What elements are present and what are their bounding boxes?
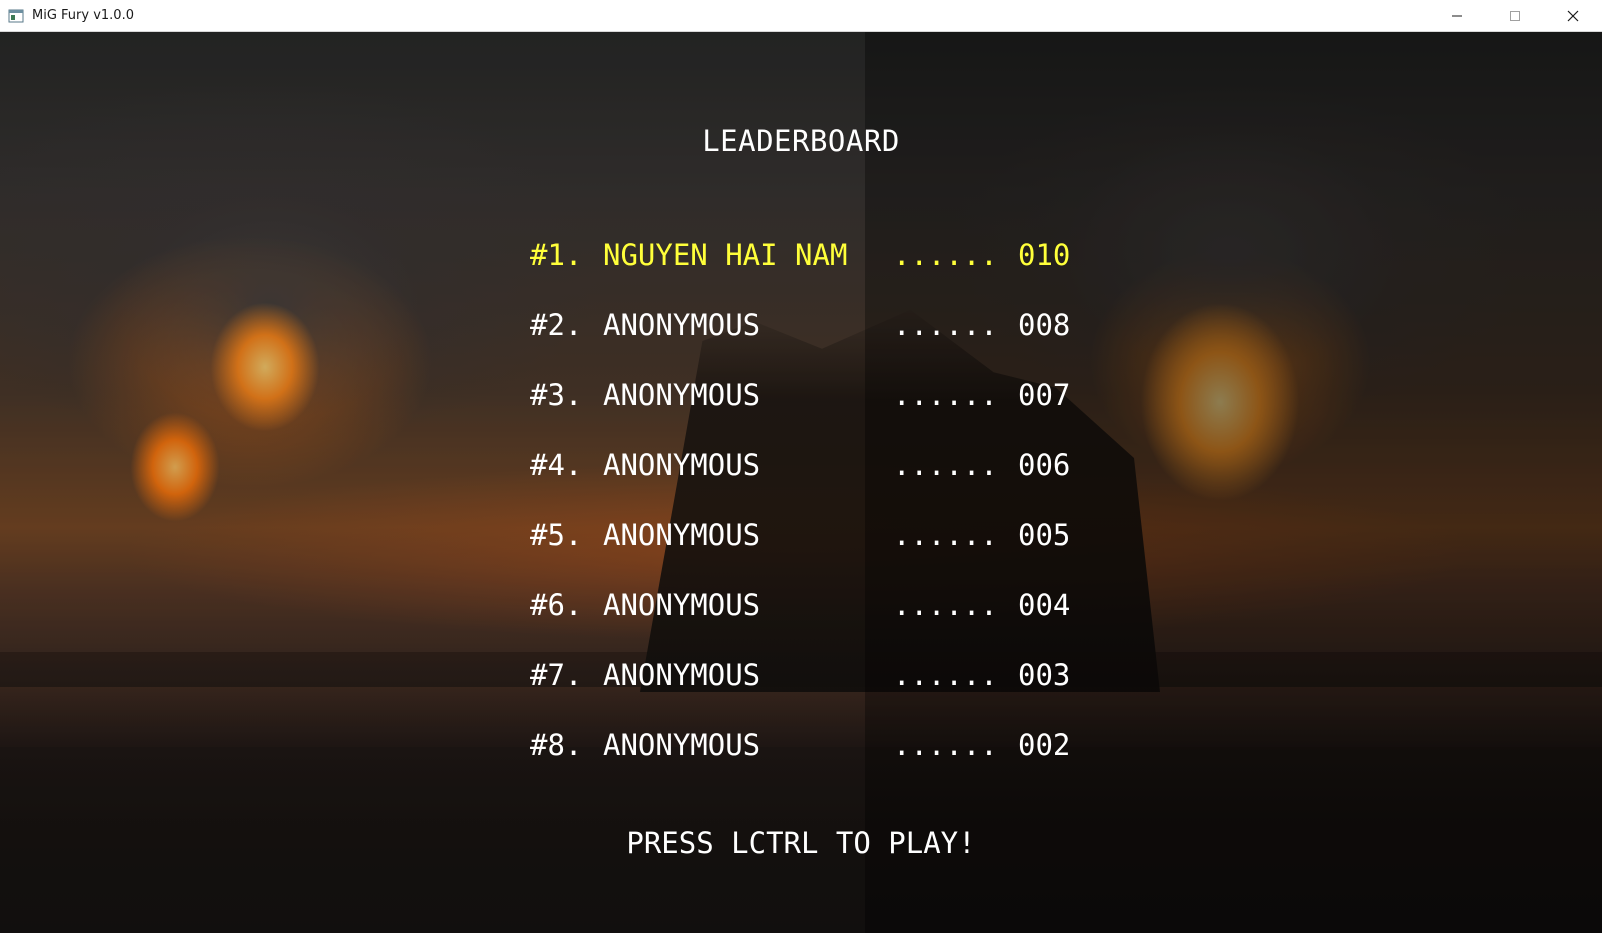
window-controls xyxy=(1428,0,1602,32)
score: 003 xyxy=(1018,658,1071,692)
leaderboard-row: #1. NGUYEN HAI NAM ...... 010 xyxy=(530,220,1090,290)
rank: #4. xyxy=(530,448,583,482)
close-icon xyxy=(1567,10,1579,22)
minimize-icon xyxy=(1451,10,1463,22)
rank: #8. xyxy=(530,728,583,762)
leaderboard-row: #4. ANONYMOUS ...... 006 xyxy=(530,430,1090,500)
score: 008 xyxy=(1018,308,1071,342)
app-window-icon xyxy=(8,8,24,24)
maximize-icon xyxy=(1509,10,1521,22)
title-bar[interactable]: MiG Fury v1.0.0 xyxy=(0,0,1602,32)
leaderboard-row: #5. ANONYMOUS ...... 005 xyxy=(530,500,1090,570)
game-window: MiG Fury v1.0.0 LEADERBOARD #1. NGUYEN H… xyxy=(0,0,1602,933)
player-name: ANONYMOUS xyxy=(603,588,761,622)
leaderboard-row: #8. ANONYMOUS ...... 002 xyxy=(530,710,1090,780)
leaderboard-list: #1. NGUYEN HAI NAM ...... 010 #2. ANONYM… xyxy=(530,220,1090,780)
dot-leader: ...... xyxy=(893,658,998,692)
score: 010 xyxy=(1018,238,1071,272)
rank: #6. xyxy=(530,588,583,622)
player-name: NGUYEN HAI NAM xyxy=(603,238,848,272)
dot-leader: ...... xyxy=(893,308,998,342)
dot-leader: ...... xyxy=(893,378,998,412)
dot-leader: ...... xyxy=(893,448,998,482)
dot-leader: ...... xyxy=(893,728,998,762)
score: 006 xyxy=(1018,448,1071,482)
leaderboard-row: #7. ANONYMOUS ...... 003 xyxy=(530,640,1090,710)
leaderboard-row: #2. ANONYMOUS ...... 008 xyxy=(530,290,1090,360)
dot-leader: ...... xyxy=(893,238,998,272)
rank: #3. xyxy=(530,378,583,412)
score: 007 xyxy=(1018,378,1071,412)
rank: #2. xyxy=(530,308,583,342)
close-button[interactable] xyxy=(1544,0,1602,32)
player-name: ANONYMOUS xyxy=(603,308,761,342)
maximize-button[interactable] xyxy=(1486,0,1544,32)
player-name: ANONYMOUS xyxy=(603,378,761,412)
leaderboard-row: #6. ANONYMOUS ...... 004 xyxy=(530,570,1090,640)
window-title: MiG Fury v1.0.0 xyxy=(32,8,134,23)
player-name: ANONYMOUS xyxy=(603,518,761,552)
dot-leader: ...... xyxy=(893,588,998,622)
dot-leader: ...... xyxy=(893,518,998,552)
score: 004 xyxy=(1018,588,1071,622)
player-name: ANONYMOUS xyxy=(603,728,761,762)
score: 002 xyxy=(1018,728,1071,762)
leaderboard-row: #3. ANONYMOUS ...... 007 xyxy=(530,360,1090,430)
rank: #1. xyxy=(530,238,583,272)
player-name: ANONYMOUS xyxy=(603,448,761,482)
minimize-button[interactable] xyxy=(1428,0,1486,32)
rank: #5. xyxy=(530,518,583,552)
game-canvas[interactable]: LEADERBOARD #1. NGUYEN HAI NAM ...... 01… xyxy=(0,32,1602,933)
play-prompt: PRESS LCTRL TO PLAY! xyxy=(626,826,976,860)
score: 005 xyxy=(1018,518,1071,552)
leaderboard-title: LEADERBOARD xyxy=(702,124,900,158)
player-name: ANONYMOUS xyxy=(603,658,761,692)
rank: #7. xyxy=(530,658,583,692)
